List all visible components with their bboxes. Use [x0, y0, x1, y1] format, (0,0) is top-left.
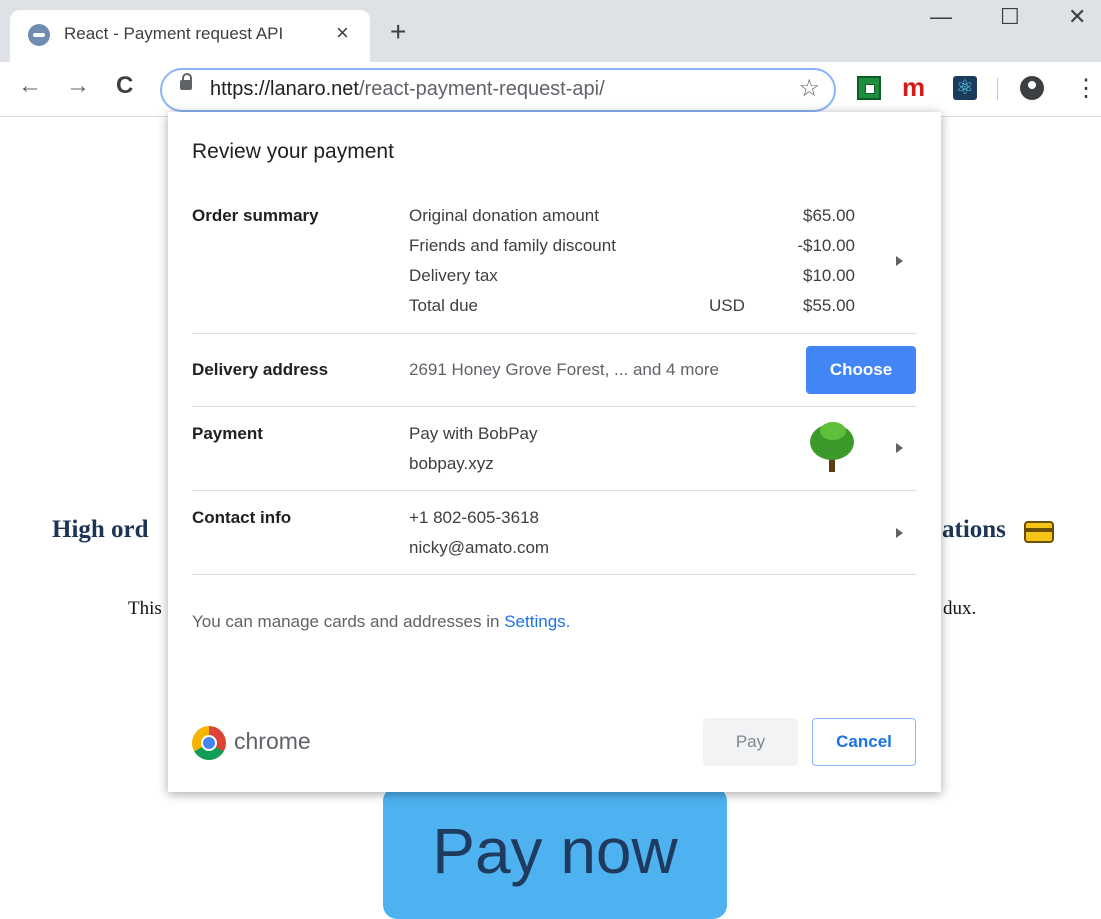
- order-item-amount: -$10.00: [797, 236, 855, 255]
- order-item-name: Friends and family discount: [409, 236, 616, 255]
- reload-icon[interactable]: C: [116, 72, 133, 100]
- order-summary-label: Order summary: [192, 206, 319, 225]
- contact-email: nicky@amato.com: [409, 538, 550, 557]
- currency-label: USD: [709, 296, 745, 315]
- contact-expand-icon[interactable]: [896, 528, 903, 538]
- order-item-amount: $65.00: [803, 206, 855, 225]
- page-text-right: dux.: [943, 598, 977, 619]
- section-divider: [192, 406, 916, 407]
- chrome-brand-text: chrome: [234, 728, 311, 754]
- manage-text: You can manage cards and addresses in: [192, 612, 500, 631]
- section-divider: [192, 490, 916, 491]
- delivery-address-value: 2691 Honey Grove Forest, ... and 4 more: [409, 360, 719, 379]
- toolbar-divider: [997, 78, 998, 100]
- star-icon[interactable]: ☆: [798, 74, 820, 103]
- tab-title: React - Payment request API: [64, 24, 284, 43]
- total-due-label: Total due: [409, 296, 478, 315]
- window-close-button[interactable]: ✕: [1068, 4, 1086, 30]
- m-extension-icon[interactable]: m: [902, 72, 925, 103]
- profile-icon[interactable]: [1020, 76, 1044, 100]
- browser-tab[interactable]: React - Payment request API ×: [10, 10, 370, 62]
- react-extension-icon[interactable]: [953, 75, 977, 100]
- tab-strip: React - Payment request API × + — ☐ ✕: [0, 0, 1101, 62]
- manage-cards-text: You can manage cards and addresses in Se…: [192, 612, 570, 632]
- payment-label: Payment: [192, 424, 263, 443]
- forward-arrow-icon[interactable]: →: [66, 72, 90, 100]
- bobpay-tree-icon: [808, 422, 856, 474]
- green-extension-icon[interactable]: [857, 76, 881, 100]
- page-heading-right: ations: [942, 516, 1006, 543]
- payment-dialog: Review your payment Order summary Origin…: [168, 112, 941, 792]
- cancel-button[interactable]: Cancel: [812, 718, 916, 766]
- tree-crown: [810, 422, 854, 460]
- minimize-button[interactable]: —: [930, 4, 952, 30]
- payment-method-name: Pay with BobPay: [409, 424, 538, 443]
- lock-icon[interactable]: [180, 73, 192, 90]
- close-tab-icon[interactable]: ×: [336, 20, 349, 46]
- credit-card-icon: [1024, 521, 1054, 543]
- total-due-amount: $55.00: [803, 296, 855, 315]
- favicon-icon: [28, 24, 50, 46]
- order-item-name: Original donation amount: [409, 206, 599, 225]
- address-bar[interactable]: https://lanaro.net/react-payment-request…: [160, 68, 836, 112]
- chrome-logo-icon: [192, 726, 226, 760]
- pay-now-button[interactable]: Pay now: [383, 787, 727, 919]
- contact-info-label: Contact info: [192, 508, 292, 527]
- menu-icon[interactable]: ⋮: [1074, 74, 1098, 103]
- payment-method-domain: bobpay.xyz: [409, 454, 494, 473]
- browser-toolbar: ← → C https://lanaro.net/react-payment-r…: [0, 62, 1101, 117]
- settings-link[interactable]: Settings.: [504, 612, 570, 631]
- section-divider: [192, 333, 916, 334]
- url-path: /react-payment-request-api/: [358, 78, 605, 100]
- back-arrow-icon[interactable]: ←: [18, 72, 42, 100]
- new-tab-button[interactable]: +: [390, 18, 406, 46]
- url-text[interactable]: https://lanaro.net/react-payment-request…: [210, 78, 605, 101]
- section-divider: [192, 574, 916, 575]
- pay-button[interactable]: Pay: [703, 718, 798, 766]
- choose-address-button[interactable]: Choose: [806, 346, 916, 394]
- contact-phone: +1 802-605-3618: [409, 508, 539, 527]
- delivery-address-label: Delivery address: [192, 360, 329, 379]
- maximize-button[interactable]: ☐: [1000, 4, 1020, 30]
- order-item-name: Delivery tax: [409, 266, 498, 285]
- payment-expand-icon[interactable]: [896, 443, 903, 453]
- dialog-title: Review your payment: [192, 140, 394, 163]
- order-item-amount: $10.00: [803, 266, 855, 285]
- page-text-left: This: [128, 598, 162, 619]
- page-heading-left: High ord: [52, 516, 149, 543]
- url-domain: https://lanaro.net: [210, 78, 359, 100]
- order-summary-expand-icon[interactable]: [896, 256, 903, 266]
